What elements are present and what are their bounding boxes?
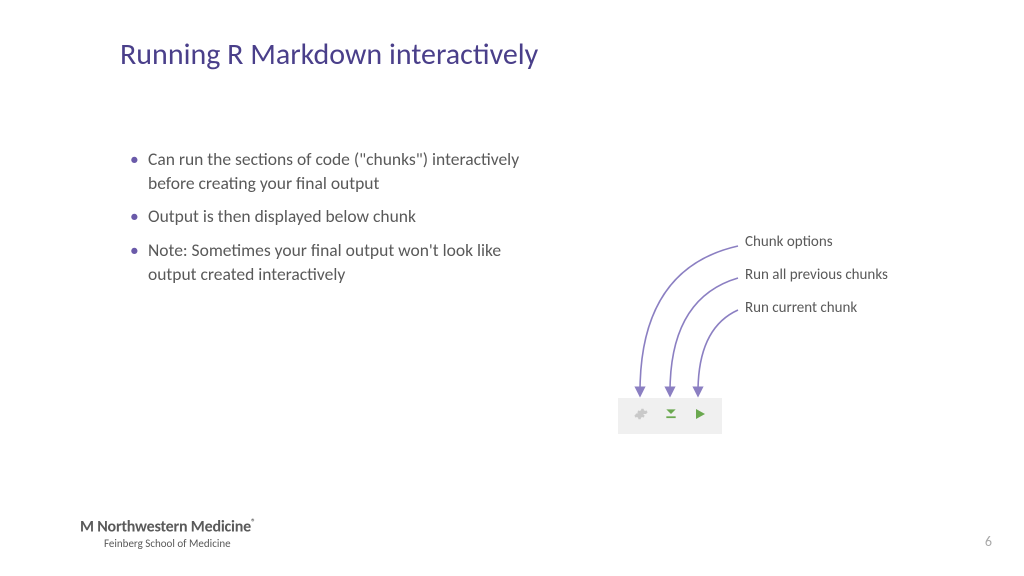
play-icon[interactable] [694, 407, 706, 426]
callout-run-previous: Run all previous chunks [745, 266, 888, 284]
bullet-item: Output is then displayed below chunk [130, 205, 540, 229]
footer-logo: M Northwestern Medicine® Feinberg School… [80, 517, 255, 550]
logo-mark: M [80, 517, 94, 536]
logo-brand: Northwestern Medicine [97, 517, 251, 536]
run-above-icon[interactable] [664, 407, 678, 426]
callout-chunk-options: Chunk options [745, 233, 888, 251]
callout-labels: Chunk options Run all previous chunks Ru… [745, 233, 888, 332]
slide-title: Running R Markdown interactively [120, 36, 538, 73]
page-number: 6 [985, 533, 992, 550]
bullet-item: Note: Sometimes your final output won't … [130, 239, 540, 286]
bullet-item: Can run the sections of code ("chunks") … [130, 148, 540, 195]
callout-run-current: Run current chunk [745, 299, 888, 317]
chunk-toolbar [618, 398, 722, 434]
logo-registered: ® [251, 517, 255, 528]
gear-icon[interactable] [634, 407, 648, 426]
bullet-list: Can run the sections of code ("chunks") … [130, 148, 540, 296]
logo-subtitle: Feinberg School of Medicine [80, 537, 255, 550]
